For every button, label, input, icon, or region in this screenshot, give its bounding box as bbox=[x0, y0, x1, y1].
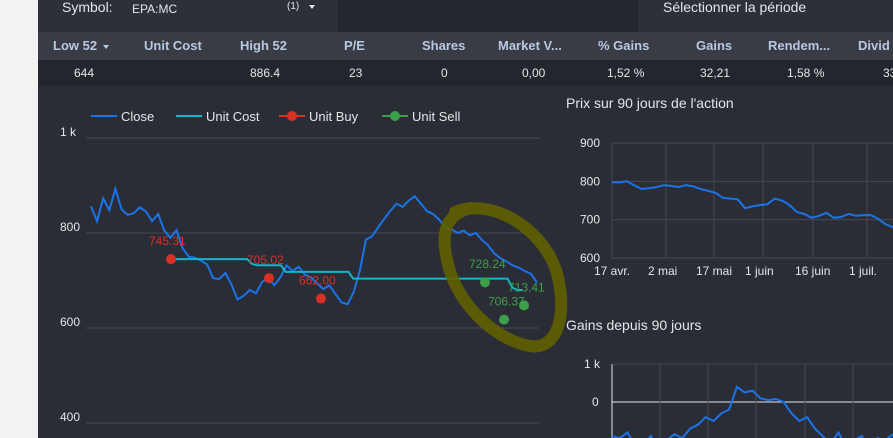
y-tick-label: 900 bbox=[580, 136, 600, 150]
annotation-circle bbox=[438, 202, 568, 353]
hand-drawn-annotation bbox=[438, 202, 568, 353]
legend-label-unit_cost: Unit Cost bbox=[206, 109, 260, 124]
price-90-line bbox=[611, 180, 893, 229]
sell-label: 713.41 bbox=[508, 280, 545, 294]
sell-point bbox=[519, 300, 529, 311]
gains-90-days-chart: 1 k 0 bbox=[584, 357, 893, 438]
y-tick-label: 800 bbox=[580, 174, 600, 188]
legend-label-unit_sell: Unit Sell bbox=[412, 109, 461, 124]
buy-label: 745.31 bbox=[149, 234, 186, 248]
y-tick-label: 0 bbox=[592, 395, 599, 409]
legend-label-unit_buy: Unit Buy bbox=[309, 109, 359, 124]
y-tick-label: 1 k bbox=[584, 357, 601, 371]
y-tick-label: 700 bbox=[580, 213, 600, 227]
chart-legend: Close Unit Cost Unit Buy Unit Sell bbox=[91, 109, 461, 124]
x-tick-label: 2 mai bbox=[648, 264, 677, 278]
x-tick-label: 16 juin bbox=[795, 264, 830, 278]
buy-point bbox=[316, 293, 326, 304]
price-90-days-chart: 900 800 700 60017 avr. 2 mai 17 mai 1 juin 16 j… bbox=[580, 136, 893, 278]
x-tick-label: 17 avr. bbox=[594, 264, 630, 278]
gains-90-title: Gains depuis 90 jours bbox=[566, 317, 702, 333]
buy-label: 662.00 bbox=[299, 274, 336, 288]
sell-point bbox=[480, 277, 490, 288]
sell-point bbox=[499, 314, 509, 325]
buy-point bbox=[264, 273, 274, 284]
y-tick-label: 600 bbox=[580, 251, 600, 265]
y-tick-label: 400 bbox=[60, 410, 80, 424]
sell-label: 728.24 bbox=[469, 257, 506, 271]
main-price-chart: 1 k800600400745.31705.02662.00728.24706.… bbox=[60, 125, 545, 424]
x-tick-label: 1 juil. bbox=[849, 264, 877, 278]
gains-90-line bbox=[611, 385, 893, 438]
legend-label-close: Close bbox=[121, 109, 154, 124]
y-tick-label: 800 bbox=[60, 220, 80, 234]
buy-point bbox=[166, 254, 176, 265]
x-tick-label: 1 juin bbox=[745, 264, 774, 278]
buy-label: 705.02 bbox=[247, 253, 284, 267]
y-tick-label: 600 bbox=[60, 315, 80, 329]
price-90-title: Prix sur 90 jours de l'action bbox=[566, 95, 734, 111]
y-tick-label: 1 k bbox=[60, 125, 77, 139]
x-tick-label: 17 mai bbox=[696, 264, 732, 278]
charts-canvas: 1 k800600400745.31705.02662.00728.24706.… bbox=[60, 109, 893, 438]
legend-dot-unit_buy bbox=[287, 111, 297, 121]
legend-dot-unit_sell bbox=[390, 111, 400, 121]
